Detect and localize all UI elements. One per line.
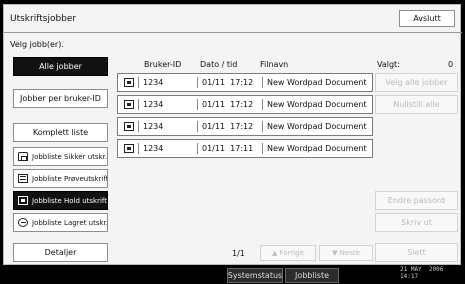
print-job-icon <box>124 100 134 109</box>
job-row[interactable]: 1234 01/11 17:11 New Wordpad Document <box>117 139 373 158</box>
job-user-id: 1234 <box>143 100 164 109</box>
lock-icon <box>18 152 28 161</box>
column-divider <box>197 99 198 110</box>
job-datetime: 01/11 17:12 <box>202 122 254 131</box>
sample-print-list-label: Jobbliste Prøveutskrift <box>32 174 108 183</box>
stored-print-list-label: Jobbliste Lagret utskr. <box>32 218 108 227</box>
system-status-button[interactable]: Systemstatus <box>227 268 283 283</box>
previous-page-button[interactable]: ▲ Forrige <box>260 245 316 261</box>
job-filename: New Wordpad Document <box>267 144 367 153</box>
sample-print-icon <box>18 174 28 183</box>
print-button[interactable]: Skriv ut <box>375 213 458 232</box>
job-user-id: 1234 <box>143 144 164 153</box>
delete-button[interactable]: Slett <box>375 243 458 262</box>
column-divider <box>262 77 263 88</box>
column-divider <box>138 99 139 110</box>
job-user-id: 1234 <box>143 78 164 87</box>
print-job-icon <box>124 122 134 131</box>
reset-all-button[interactable]: Nullstill alle <box>375 95 458 114</box>
column-divider <box>262 143 263 154</box>
screen: Utskriftsjobber Avslutt Velg jobb(er). A… <box>0 0 465 284</box>
job-filename: New Wordpad Document <box>267 122 367 131</box>
column-divider <box>262 121 263 132</box>
job-list-button[interactable]: Jobbliste <box>285 268 339 283</box>
column-divider <box>262 99 263 110</box>
selected-label: Valgt: <box>377 60 400 69</box>
next-page-button[interactable]: ▼ Neste <box>319 245 373 261</box>
clock: 21 MAY 2006 14:17 <box>400 266 443 280</box>
stored-print-icon <box>18 218 28 227</box>
job-datetime: 01/11 17:11 <box>202 144 254 153</box>
print-job-icon <box>124 144 134 153</box>
close-button[interactable]: Avslutt <box>399 10 455 27</box>
instruction-text: Velg jobb(er). <box>10 40 64 49</box>
hold-print-icon <box>18 196 28 205</box>
page-indicator: 1/1 <box>232 249 245 258</box>
job-filename: New Wordpad Document <box>267 78 367 87</box>
print-jobs-panel: Utskriftsjobber Avslutt Velg jobb(er). A… <box>3 4 462 265</box>
column-divider <box>197 143 198 154</box>
column-divider <box>197 77 198 88</box>
column-divider <box>138 77 139 88</box>
secure-print-list-label: Jobbliste Sikker utskr. <box>32 152 108 161</box>
details-button[interactable]: Detaljer <box>13 243 108 262</box>
job-row[interactable]: 1234 01/11 17:12 New Wordpad Document <box>117 73 373 92</box>
all-jobs-button[interactable]: Alle jobber <box>13 57 108 76</box>
column-header-datetime: Dato / tid <box>200 60 238 69</box>
date-text: 21 MAY 2006 <box>400 266 444 273</box>
header-divider <box>4 32 462 33</box>
page-title: Utskriftsjobber <box>10 14 77 24</box>
column-header-user-id: Bruker-ID <box>144 60 182 69</box>
selected-count: 0 <box>448 60 454 69</box>
sample-print-list-button[interactable]: Jobbliste Prøveutskrift <box>13 169 108 188</box>
job-row[interactable]: 1234 01/11 17:12 New Wordpad Document <box>117 117 373 136</box>
column-divider <box>197 121 198 132</box>
jobs-per-user-button[interactable]: Jobber per bruker-ID <box>13 89 108 108</box>
job-filename: New Wordpad Document <box>267 100 367 109</box>
column-divider <box>138 121 139 132</box>
hold-print-list-button[interactable]: Jobbliste Hold utskrift <box>13 191 108 210</box>
secure-print-list-button[interactable]: Jobbliste Sikker utskr. <box>13 147 108 166</box>
job-user-id: 1234 <box>143 122 164 131</box>
column-divider <box>138 143 139 154</box>
stored-print-list-button[interactable]: Jobbliste Lagret utskr. <box>13 213 108 232</box>
job-datetime: 01/11 17:12 <box>202 78 254 87</box>
select-all-jobs-button[interactable]: Velg alle jobber <box>375 73 458 92</box>
column-header-filename: Filnavn <box>260 60 289 69</box>
hold-print-list-label: Jobbliste Hold utskrift <box>32 196 107 205</box>
change-password-button[interactable]: Endre passord <box>375 191 458 210</box>
complete-list-button[interactable]: Komplett liste <box>13 123 108 142</box>
print-job-icon <box>124 78 134 87</box>
time-text: 14:17 <box>400 273 419 280</box>
job-row[interactable]: 1234 01/11 17:12 New Wordpad Document <box>117 95 373 114</box>
job-datetime: 01/11 17:12 <box>202 100 254 109</box>
